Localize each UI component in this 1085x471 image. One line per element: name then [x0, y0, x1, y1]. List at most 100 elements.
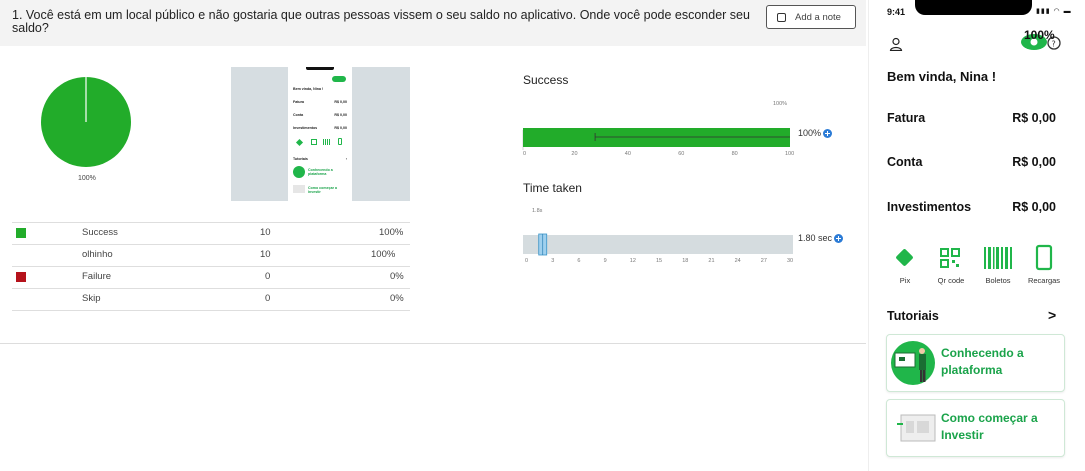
add-note-label: Add a note	[795, 11, 841, 23]
qr-code-label: Qr code	[937, 276, 965, 285]
success-chart-title: Success	[523, 73, 569, 87]
table-row-label: Skip	[82, 293, 101, 304]
table-row-percent: 100%	[371, 249, 396, 260]
table-divider	[12, 288, 410, 289]
success-tick-label: 40	[624, 151, 631, 157]
time-top-label: 1.8s	[532, 208, 543, 214]
boletos-label: Boletos	[985, 276, 1011, 285]
thumbnail-card2: Como começar a Investir	[308, 186, 337, 194]
card-line2: plataforma	[941, 363, 1003, 377]
investimentos-label: Investimentos	[887, 200, 972, 214]
phone-notch	[915, 0, 1032, 15]
time-tick-label: 24	[734, 258, 741, 264]
pix-button[interactable]	[894, 247, 916, 269]
time-tick-label: 3	[551, 258, 555, 264]
panel-bottom-border	[0, 343, 866, 344]
time-bar-background	[523, 235, 793, 254]
table-row-count: 0	[265, 293, 271, 304]
table-divider	[12, 222, 410, 223]
conta-value: R$ 0,00	[1012, 155, 1056, 169]
table-row-count: 10	[260, 227, 271, 238]
time-tick-label: 9	[603, 258, 607, 264]
pix-label: Pix	[899, 276, 911, 285]
success-tick-label: 60	[678, 151, 685, 157]
barcode-icon	[984, 247, 1012, 269]
table-row-percent: 0%	[390, 293, 404, 304]
recargas-button[interactable]	[1035, 244, 1053, 271]
thumbnail-phone: Bem vinda, Nina ! Fatura R$ 0,00 Conta R$ …	[288, 67, 352, 201]
table-row-percent: 100%	[379, 227, 404, 238]
info-icon[interactable]	[823, 129, 833, 139]
table-row-percent: 0%	[390, 271, 404, 282]
tutorial-card-investir[interactable]: Como começar a Investir	[886, 399, 1065, 457]
success-top-label: 100%	[773, 101, 788, 107]
table-divider	[12, 244, 410, 245]
success-value-text: 100%	[798, 128, 822, 138]
tutorial-card-plataforma[interactable]: Conhecendo a plataforma	[886, 334, 1065, 392]
time-tick-label: 30	[787, 258, 794, 264]
time-tick-label: 6	[577, 258, 581, 264]
time-bar-chart	[523, 233, 793, 256]
pie-percent-label: 100%	[78, 175, 96, 182]
card-line2: Investir	[941, 428, 984, 442]
card-line1: Conhecendo a	[941, 346, 1024, 360]
table-divider	[12, 266, 410, 267]
time-tick-label: 27	[760, 258, 767, 264]
info-icon[interactable]	[834, 234, 844, 244]
success-value-label: 100%	[798, 128, 833, 139]
eye-click-percent: 100%	[1024, 28, 1055, 42]
time-tick-label: 12	[629, 258, 636, 264]
boletos-button[interactable]	[983, 246, 1013, 270]
time-value-label: 1.80 sec	[798, 233, 844, 244]
thumbnail-tutorials: Tutoriais	[293, 157, 308, 161]
note-icon	[777, 12, 786, 22]
thumbnail-row-label: Conta	[293, 113, 304, 117]
status-icons: ▮▮▮ ◠ ▬	[1036, 7, 1072, 15]
investimentos-value: R$ 0,00	[1012, 200, 1056, 214]
tutorials-title: Tutoriais	[887, 309, 939, 323]
success-tick-label: 20	[571, 151, 578, 157]
table-row-label: Failure	[82, 271, 112, 282]
thumbnail-row-value: R$ 0,00	[334, 113, 347, 117]
user-icon[interactable]	[889, 37, 903, 51]
qr-code-button[interactable]	[939, 247, 961, 269]
battery-icon: ▬	[1063, 8, 1072, 15]
time-tick-label: 18	[682, 258, 689, 264]
chevron-right-icon[interactable]: >	[1048, 307, 1056, 323]
card-line1: Como começar a	[941, 411, 1038, 425]
signal-icon: ▮▮▮	[1036, 8, 1051, 15]
table-row-label: Success	[82, 227, 118, 238]
table-row-count: 0	[265, 271, 271, 282]
conta-label: Conta	[887, 155, 923, 169]
time-tick-label: 15	[656, 258, 663, 264]
phone-recharge-icon	[1035, 244, 1053, 271]
table-divider	[12, 310, 410, 311]
time-tick-label: 0	[525, 258, 529, 264]
thumbnail-card1: Conhecendo a plataforma	[308, 168, 333, 176]
add-note-button[interactable]: Add a note	[766, 5, 856, 29]
failure-swatch	[16, 272, 26, 282]
success-bar	[523, 128, 790, 147]
question-text: 1. Você está em um local público e não g…	[12, 8, 750, 35]
success-tick-label: 80	[731, 151, 738, 157]
success-bar-chart	[522, 128, 790, 150]
thumbnail-welcome: Bem vinda, Nina !	[293, 87, 324, 91]
recargas-label: Recargas	[1027, 276, 1061, 285]
success-pie-chart	[41, 77, 131, 167]
thumbnail-row-value: R$ 0,00	[334, 126, 347, 130]
pix-icon	[895, 248, 914, 267]
success-tick-label: 100	[785, 151, 795, 157]
wifi-icon: ◠	[1053, 8, 1061, 15]
table-row-count: 10	[260, 249, 271, 260]
fatura-label: Fatura	[887, 111, 926, 125]
tutorial-illustration-icon	[891, 341, 935, 385]
table-row-label: olhinho	[82, 249, 113, 260]
status-time: 9:41	[887, 7, 906, 17]
fatura-value: R$ 0,00	[1012, 111, 1056, 125]
success-swatch	[16, 228, 26, 238]
success-tick-label: 0	[523, 151, 527, 157]
thumbnail-row-value: R$ 0,00	[334, 100, 347, 104]
thumbnail-row-label: Fatura	[293, 100, 304, 104]
thumbnail-row-label: Investimentos	[293, 126, 318, 130]
tutorial-thumbnail-icon	[897, 414, 936, 442]
